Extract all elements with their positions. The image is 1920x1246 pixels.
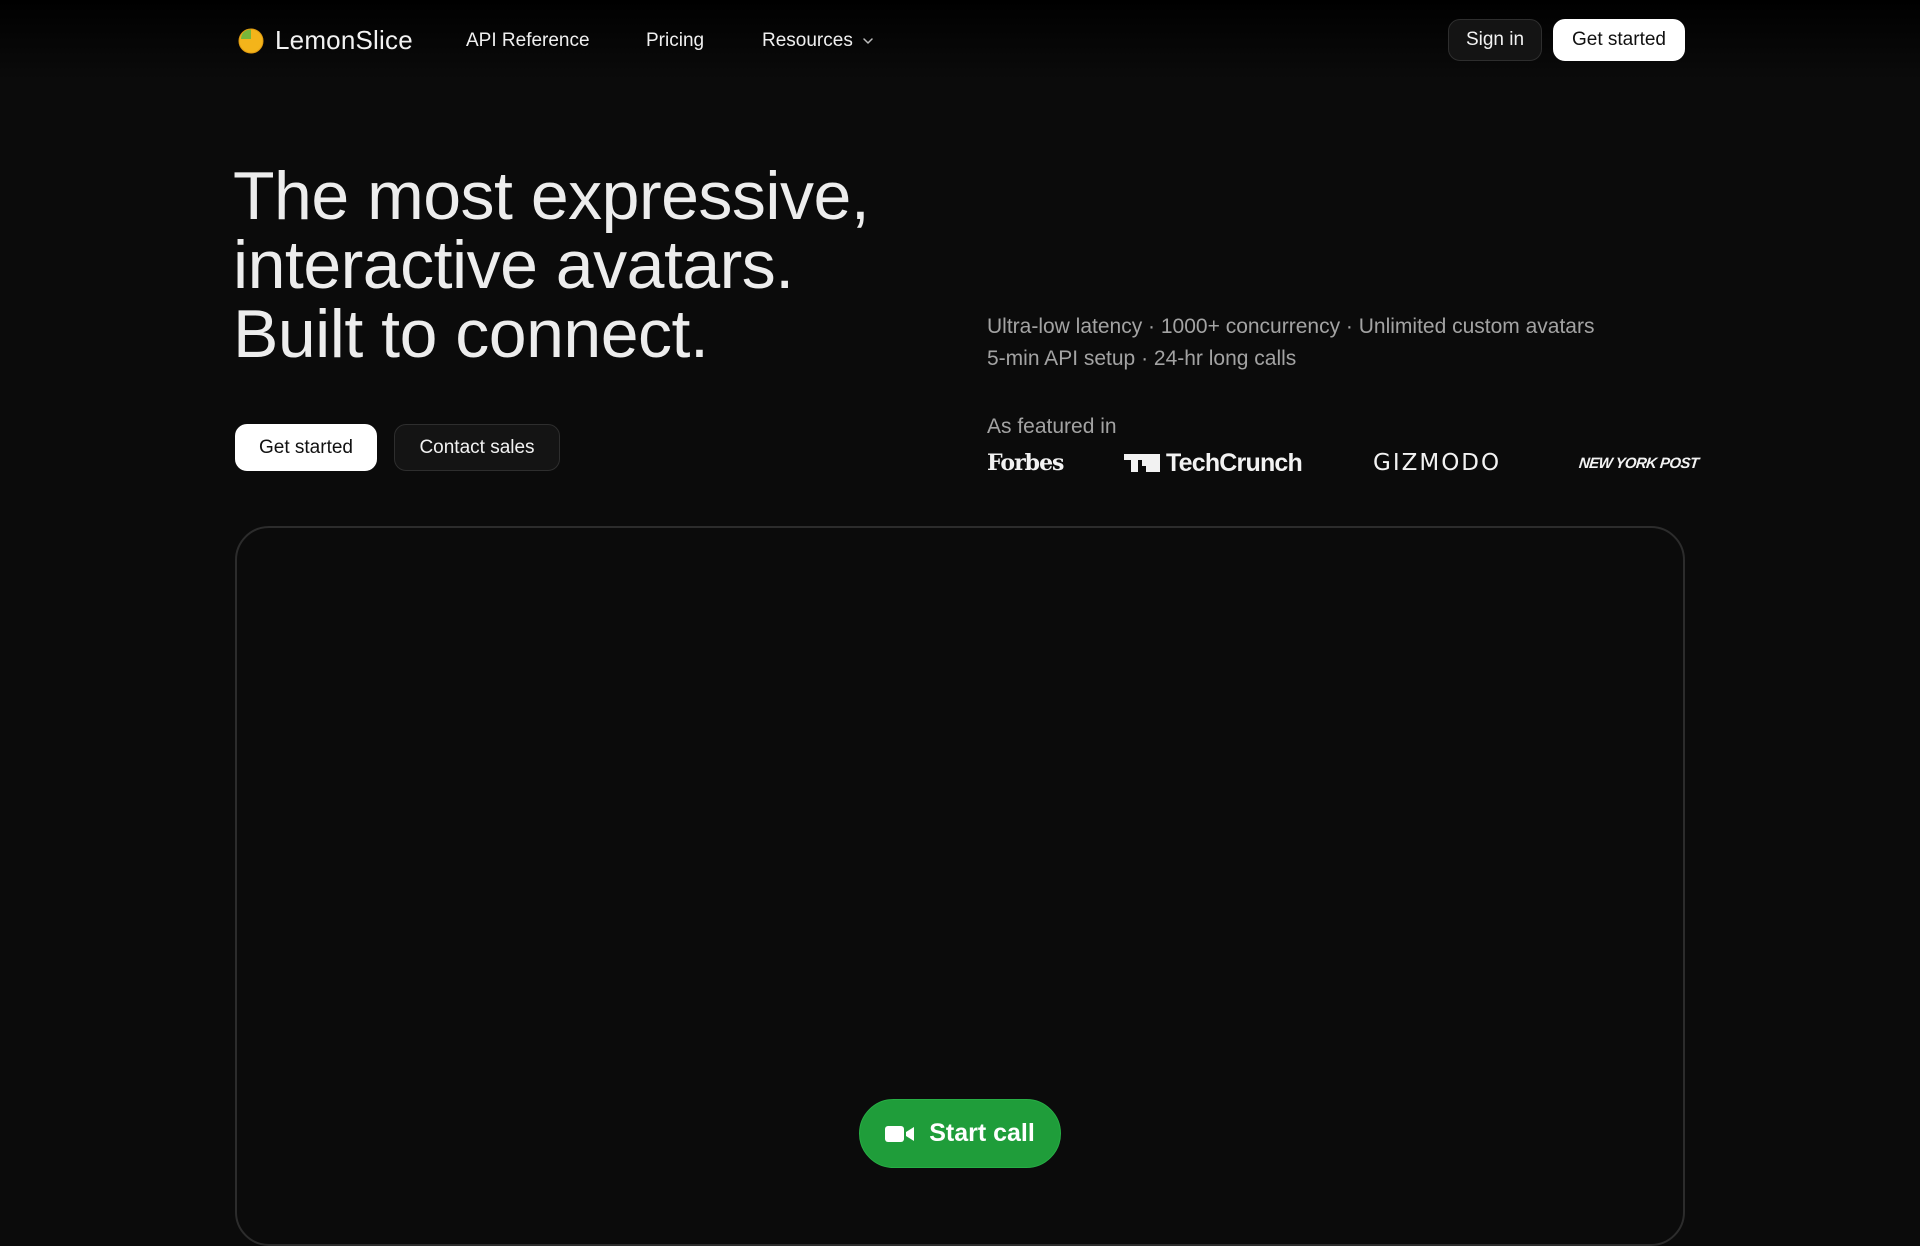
nav-pricing-label: Pricing bbox=[646, 30, 705, 51]
contact-sales-button[interactable]: Contact sales bbox=[394, 424, 560, 471]
nav-resources-label: Resources bbox=[762, 30, 853, 51]
site-header: LemonSlice API Reference Pricing Resourc… bbox=[0, 0, 1920, 80]
brand-name: LemonSlice bbox=[275, 24, 413, 55]
feature-line-1: Ultra-low latency · 1000+ concurrency · … bbox=[987, 315, 1595, 338]
hero-get-started-button[interactable]: Get started bbox=[235, 424, 377, 471]
hero-headline-line-1: The most expressive, bbox=[233, 158, 870, 234]
lemon-icon bbox=[238, 28, 264, 54]
nav-api-reference-label: API Reference bbox=[466, 30, 590, 51]
techcrunch-logo: TechCrunch bbox=[1124, 448, 1303, 478]
press-logos: Forbes TechCrunch GIZMODO NEW YORK POST bbox=[987, 448, 1699, 478]
nav-pricing[interactable]: Pricing bbox=[646, 28, 704, 54]
gizmodo-logo: GIZMODO bbox=[1373, 450, 1502, 476]
video-camera-icon bbox=[885, 1125, 915, 1142]
header-get-started-button[interactable]: Get started bbox=[1553, 19, 1685, 61]
hero-headline-line-2: interactive avatars. bbox=[233, 227, 794, 303]
forbes-logo: Forbes bbox=[987, 450, 1064, 476]
start-call-label: Start call bbox=[929, 1119, 1035, 1147]
start-call-button[interactable]: Start call bbox=[859, 1099, 1061, 1168]
hero-headline: The most expressive, interactive avatars… bbox=[233, 162, 953, 369]
nav-api-reference[interactable]: API Reference bbox=[466, 28, 590, 54]
feature-line-2: 5-min API setup · 24-hr long calls bbox=[987, 347, 1297, 370]
sign-in-button[interactable]: Sign in bbox=[1448, 19, 1542, 61]
techcrunch-wordmark: TechCrunch bbox=[1166, 448, 1303, 477]
chevron-down-icon bbox=[863, 38, 873, 44]
techcrunch-mark-icon bbox=[1124, 454, 1160, 472]
feature-highlights: Ultra-low latency · 1000+ concurrency · … bbox=[987, 311, 1707, 375]
new-york-post-logo: NEW YORK POST bbox=[1578, 454, 1700, 472]
hero-headline-line-3: Built to connect. bbox=[233, 296, 709, 372]
featured-in-label: As featured in bbox=[987, 415, 1117, 438]
brand-logo-link[interactable]: LemonSlice bbox=[235, 22, 413, 58]
nav-resources-dropdown[interactable]: Resources bbox=[762, 28, 875, 54]
